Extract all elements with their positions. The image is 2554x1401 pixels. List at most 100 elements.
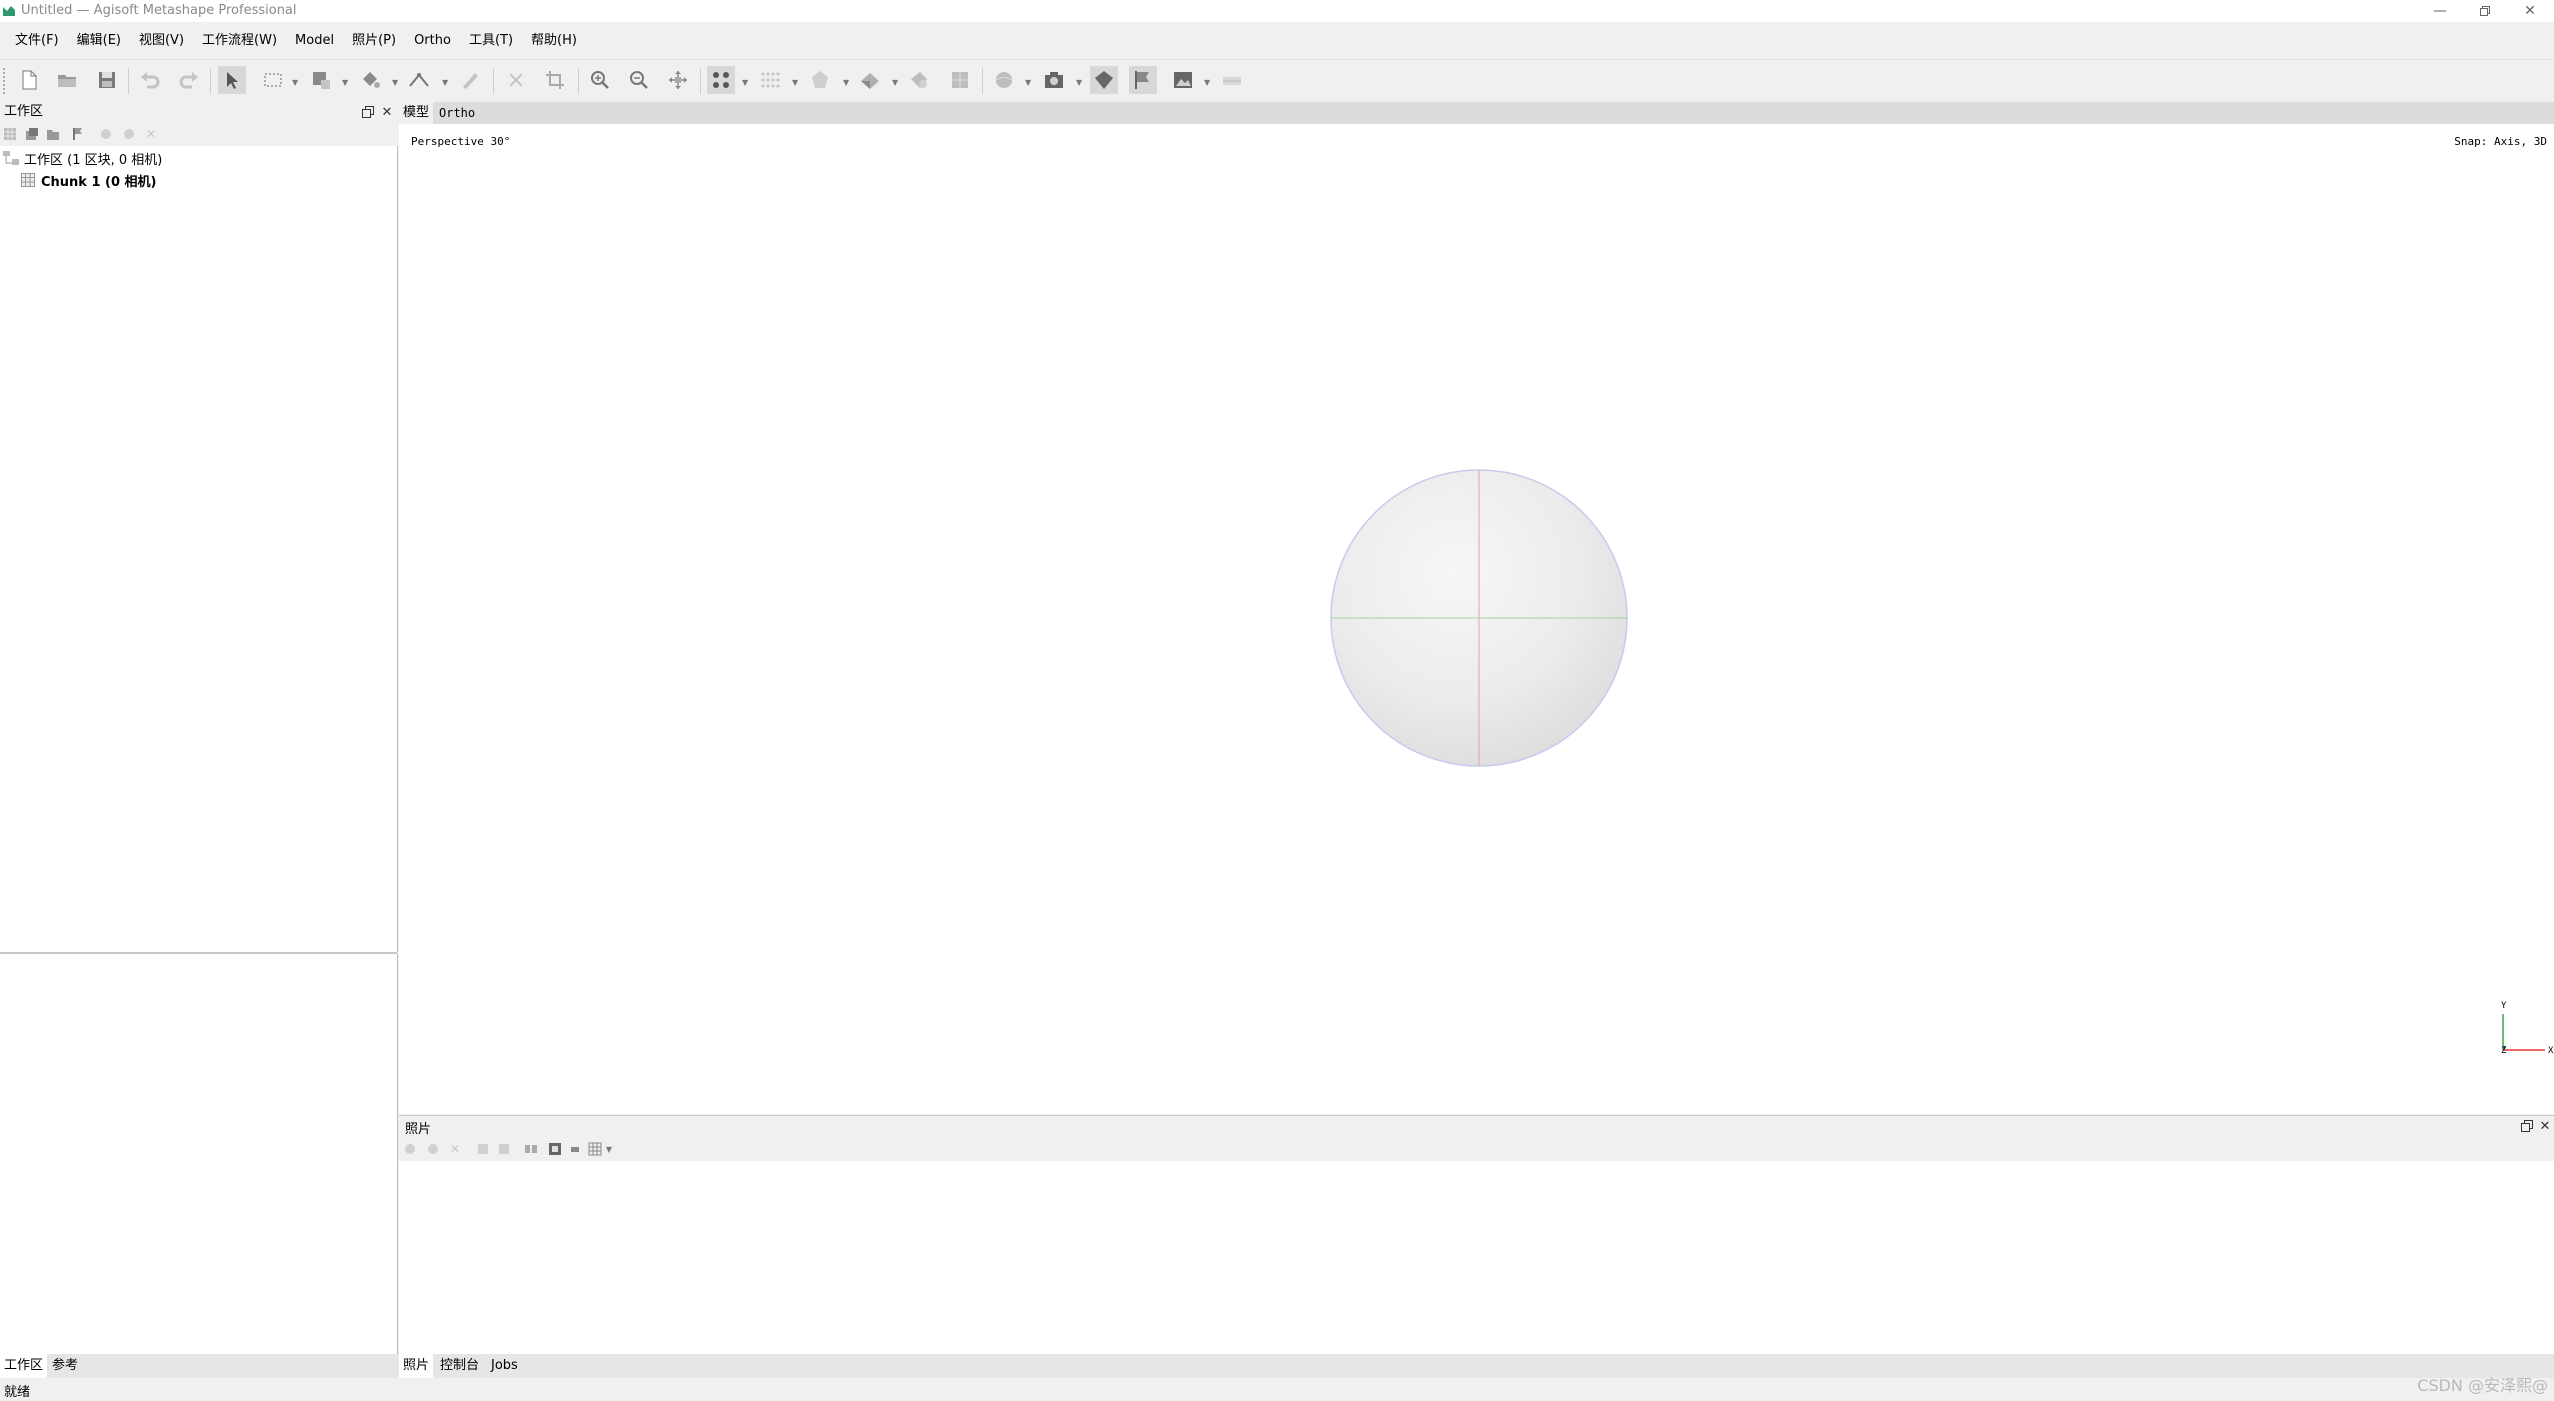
add-folder-icon[interactable] xyxy=(45,126,61,142)
mesh-icon[interactable] xyxy=(806,66,834,94)
undo-icon[interactable] xyxy=(136,66,164,94)
add-chunk-icon[interactable] xyxy=(2,126,18,142)
tab-workspace[interactable]: 工作区 xyxy=(0,1354,48,1378)
photos-panel-header: 照片 ✕ xyxy=(399,1115,2554,1138)
enable-camera-icon[interactable] xyxy=(402,1141,418,1157)
add-marker-icon[interactable] xyxy=(69,126,85,142)
status-text: 就绪 xyxy=(4,1385,31,1400)
title-bar: Untitled — Agisoft Metashape Professiona… xyxy=(0,0,2554,22)
snap-label: Snap: Axis, 3D xyxy=(2454,135,2547,148)
tab-console[interactable]: 控制台 xyxy=(436,1354,483,1378)
delete-icon[interactable] xyxy=(502,66,530,94)
metashape-logo-icon xyxy=(3,4,15,16)
menu-ortho[interactable]: Ortho xyxy=(405,22,460,59)
show-markers-icon[interactable] xyxy=(1090,66,1118,94)
remove-camera-icon[interactable]: ✕ xyxy=(447,1141,463,1157)
tab-reference[interactable]: 参考 xyxy=(48,1354,82,1378)
workspace-root-label: 工作区 (1 区块, 0 相机) xyxy=(24,152,163,168)
close-icon[interactable]: ✕ xyxy=(2508,0,2552,22)
view-tab-bar: 模型 Ortho xyxy=(399,102,2554,124)
solid-model-icon[interactable] xyxy=(856,66,884,94)
photos-grid xyxy=(399,1161,2554,1354)
window-title: Untitled — Agisoft Metashape Professiona… xyxy=(21,3,297,18)
toolbar-grip[interactable] xyxy=(3,68,9,94)
paint-bucket-icon[interactable] xyxy=(356,66,384,94)
watermark: CSDN @安泽熙@ xyxy=(2417,1376,2548,1395)
move-region-icon[interactable] xyxy=(664,66,692,94)
restore-icon[interactable] xyxy=(2463,0,2507,22)
workspace-panel-title: 工作区 xyxy=(4,104,44,119)
disable-icon[interactable] xyxy=(121,126,137,142)
left-tab-bar: 工作区 参考 xyxy=(0,1354,398,1378)
menu-bar: 文件(F) 编辑(E) 视图(V) 工作流程(W) Model 照片(P) Or… xyxy=(0,22,2554,60)
crop-icon[interactable] xyxy=(541,66,569,94)
dense-cloud-icon[interactable] xyxy=(756,66,784,94)
rectangle-selection-icon[interactable] xyxy=(259,66,287,94)
zoom-in-icon[interactable] xyxy=(586,66,614,94)
workspace-tree: 工作区 (1 区块, 0 相机) Chunk 1 (0 相机) xyxy=(0,146,398,952)
menu-model[interactable]: Model xyxy=(286,22,343,59)
image-icon[interactable] xyxy=(1169,66,1197,94)
menu-help[interactable]: 帮助(H) xyxy=(522,22,586,59)
y-axis-label: Y xyxy=(2501,1001,2507,1011)
chunk-label: Chunk 1 (0 相机) xyxy=(41,174,157,190)
chunk-item[interactable]: Chunk 1 (0 相机) xyxy=(20,169,157,191)
workspace-toolbar: ✕ xyxy=(0,123,398,145)
flag-icon[interactable] xyxy=(1129,66,1157,94)
navigation-arrow-icon[interactable] xyxy=(218,66,246,94)
redo-icon[interactable] xyxy=(175,66,203,94)
workspace-root-item[interactable]: 工作区 (1 区块, 0 相机) xyxy=(3,147,162,169)
projection-label: Perspective 30° xyxy=(411,135,511,148)
x-axis-label: X xyxy=(2548,1046,2554,1056)
ruler-icon[interactable] xyxy=(405,66,433,94)
select-mask-icon[interactable] xyxy=(547,1141,563,1157)
menu-tools[interactable]: 工具(T) xyxy=(460,22,522,59)
tiled-model-icon[interactable] xyxy=(946,66,974,94)
texture-icon[interactable] xyxy=(905,66,933,94)
menu-view[interactable]: 视图(V) xyxy=(130,22,193,59)
open-folder-icon[interactable] xyxy=(53,66,81,94)
grid-icon[interactable] xyxy=(1218,66,1246,94)
axes-indicator: Y X Z xyxy=(2501,1001,2554,1056)
minimize-icon[interactable]: — xyxy=(2418,0,2462,22)
tab-ortho[interactable]: Ortho xyxy=(435,102,479,124)
dem-icon[interactable] xyxy=(990,66,1018,94)
tab-model[interactable]: 模型 xyxy=(399,102,434,124)
workspace-panel-header: 工作区 ✕ xyxy=(0,102,398,122)
menu-edit[interactable]: 编辑(E) xyxy=(68,22,130,59)
rotate-left-icon[interactable] xyxy=(475,1141,491,1157)
save-icon[interactable] xyxy=(93,66,121,94)
trackball[interactable] xyxy=(1329,468,1629,768)
filter-photos-icon[interactable] xyxy=(523,1141,539,1157)
zoom-out-icon[interactable] xyxy=(625,66,653,94)
view-mode-dropdown-icon[interactable]: ▼ xyxy=(601,1141,617,1157)
camera-icon[interactable] xyxy=(1040,66,1068,94)
properties-pane xyxy=(0,954,398,1354)
tab-jobs[interactable]: Jobs xyxy=(487,1354,522,1378)
model-viewport[interactable]: Y X Z xyxy=(399,124,2554,1114)
add-photos-icon[interactable] xyxy=(24,126,40,142)
rotate-right-icon[interactable] xyxy=(496,1141,512,1157)
remove-item-icon[interactable]: ✕ xyxy=(143,126,159,142)
tab-photos[interactable]: 照片 xyxy=(399,1354,434,1378)
float-panel-icon[interactable] xyxy=(360,104,376,120)
menu-photo[interactable]: 照片(P) xyxy=(343,22,405,59)
bottom-tab-bar: 照片 控制台 Jobs xyxy=(398,1354,2554,1378)
menu-file[interactable]: 文件(F) xyxy=(6,22,68,59)
float-photos-panel-icon[interactable] xyxy=(2519,1118,2535,1134)
small-thumbnails-icon[interactable] xyxy=(567,1141,583,1157)
close-panel-icon[interactable]: ✕ xyxy=(379,104,395,120)
photos-panel-title: 照片 xyxy=(405,1122,432,1137)
status-bar: 就绪 xyxy=(0,1378,2554,1401)
shape-icon[interactable] xyxy=(456,66,484,94)
enable-icon[interactable] xyxy=(98,126,114,142)
photos-toolbar: ✕ ▼ xyxy=(399,1137,2554,1161)
point-cloud-icon[interactable] xyxy=(707,66,735,94)
disable-camera-icon[interactable] xyxy=(425,1141,441,1157)
model-selection-icon[interactable] xyxy=(307,66,335,94)
z-axis-label: Z xyxy=(2501,1046,2507,1056)
workspace-tree-icon xyxy=(3,151,19,165)
new-document-icon[interactable] xyxy=(15,66,43,94)
close-photos-panel-icon[interactable]: ✕ xyxy=(2537,1118,2553,1134)
menu-workflow[interactable]: 工作流程(W) xyxy=(193,22,286,59)
